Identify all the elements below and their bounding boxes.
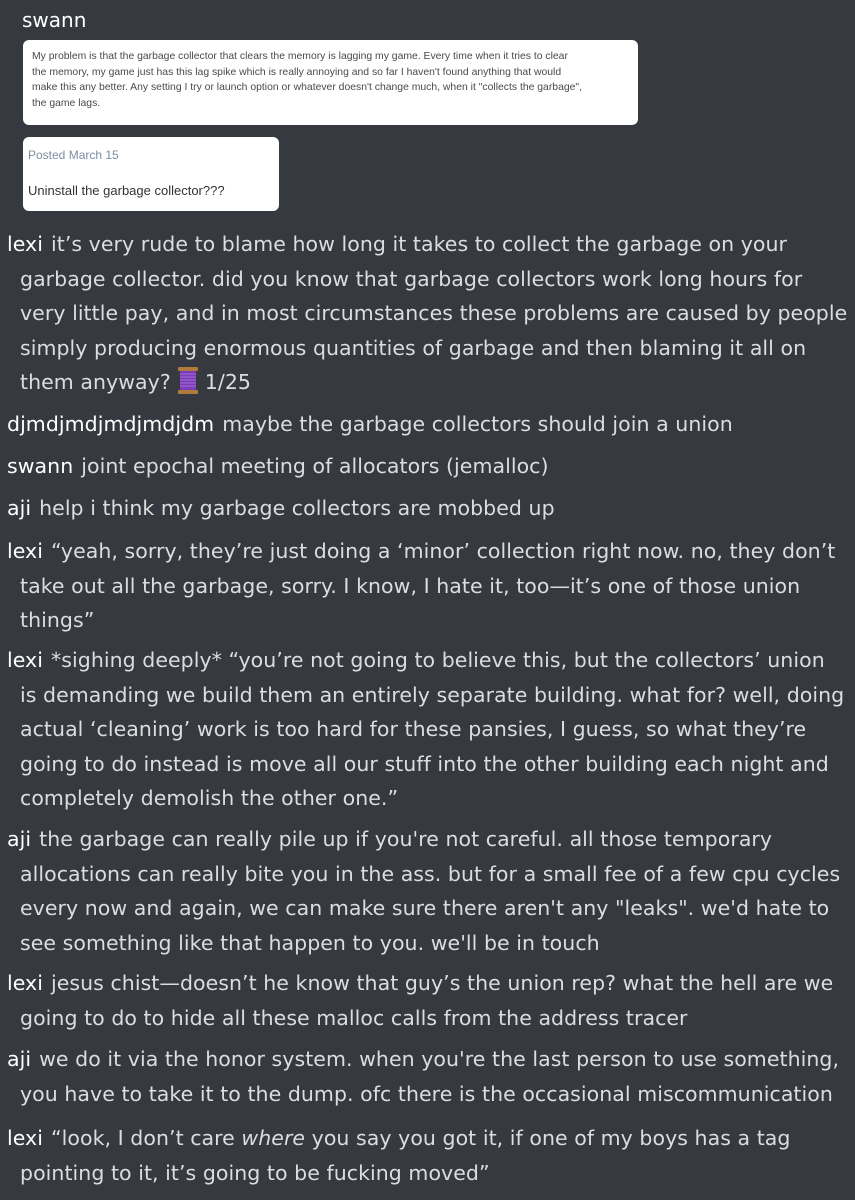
chat-message: lexi “yeah, sorry, they’re just doing a ‘…	[7, 534, 855, 638]
reaction-count: 1/25	[204, 370, 252, 394]
message-text: is demanding we build them an entirely s…	[20, 682, 845, 707]
posted-date: Posted March 15	[28, 148, 119, 162]
message-text: *sighing deeply* “you’re not going to be…	[50, 648, 825, 672]
message-text: very little pay, and in most circumstanc…	[20, 301, 848, 325]
reply-text: Uninstall the garbage collector???	[28, 183, 225, 198]
chat-message: aji we do it via the honor system. when y…	[7, 1042, 855, 1111]
screenshot-forum-reply: Posted March 15 Uninstall the garbage co…	[23, 137, 279, 211]
message-text: things”	[20, 608, 95, 632]
message-text: allocations can really bite you in the a…	[20, 861, 841, 886]
message-emphasis: where	[241, 1126, 306, 1150]
message-text: going to do to hide all these malloc cal…	[20, 1005, 688, 1030]
message-text: completely demolish the other one.”	[20, 786, 399, 810]
chat-message: lexi it’s very rude to blame how long it …	[7, 227, 855, 400]
message-text: garbage collector. did you know that gar…	[20, 266, 803, 291]
message-author[interactable]: lexi	[7, 648, 43, 672]
top-author-name[interactable]: swann	[22, 8, 86, 32]
message-author[interactable]: aji	[7, 1047, 31, 1071]
message-text: them anyway?	[20, 370, 171, 394]
message-text: joint epochal meeting of allocators (jem…	[81, 454, 549, 478]
message-text: you have to take it to the dump. ofc the…	[20, 1081, 833, 1106]
chat-message: lexi “look, I don’t care where you say yo…	[7, 1121, 855, 1190]
chat-message: swann joint epochal meeting of allocators…	[7, 449, 855, 484]
message-text: pointing to it, it’s going to be fucking…	[20, 1160, 490, 1185]
message-text: “look, I don’t care	[50, 1126, 242, 1150]
message-text: “yeah, sorry, they’re just doing a ‘mino…	[50, 539, 836, 563]
message-author[interactable]: lexi	[7, 1126, 43, 1150]
message-text: maybe the garbage collectors should join…	[222, 412, 733, 436]
message-text: simply producing enormous quantities of …	[20, 335, 807, 360]
chat-message: aji the garbage can really pile up if you…	[7, 822, 855, 960]
message-text: every now and again, we can make sure th…	[20, 896, 830, 920]
screenshot-forum-question: My problem is that the garbage collector…	[23, 40, 638, 125]
message-author[interactable]: lexi	[7, 232, 43, 256]
message-author[interactable]: djmdjmdjmdjmdjdm	[7, 412, 214, 436]
message-text: going to do instead is move all our stuf…	[20, 751, 829, 776]
message-author[interactable]: lexi	[7, 539, 43, 563]
question-line: the memory, my game just has this lag sp…	[32, 66, 562, 78]
message-author[interactable]: aji	[7, 827, 31, 851]
chat-message: aji help i think my garbage collectors ar…	[7, 491, 855, 526]
message-text: the garbage can really pile up if you're…	[39, 827, 773, 851]
message-text: jesus chist—doesn’t he know that guy’s t…	[50, 971, 834, 995]
spool-of-thread-icon	[177, 367, 199, 394]
chat-message: djmdjmdjmdjmdjdm maybe the garbage collec…	[7, 407, 855, 442]
message-author[interactable]: aji	[7, 496, 31, 520]
message-text: you say you got it, if one of my boys ha…	[305, 1126, 791, 1150]
question-line: My problem is that the garbage collector…	[32, 51, 568, 62]
message-text: we do it via the honor system. when you'…	[39, 1047, 840, 1071]
chat-message: lexi *sighing deeply* “you’re not going t…	[7, 643, 855, 816]
message-text: actual ‘cleaning’ work is too hard for t…	[20, 717, 807, 741]
message-text: it’s very rude to blame how long it take…	[50, 232, 788, 256]
question-line: make this any better. Any setting I try …	[32, 82, 582, 93]
message-text: take out all the garbage, sorry. I know,…	[20, 573, 801, 598]
message-text: see something like that happen to you. w…	[20, 930, 600, 955]
chat-message: lexi jesus chist—doesn’t he know that guy…	[7, 966, 855, 1035]
message-text: help i think my garbage collectors are m…	[39, 496, 555, 520]
message-author[interactable]: lexi	[7, 971, 43, 995]
question-line: the game lags.	[32, 97, 101, 109]
message-author[interactable]: swann	[7, 454, 73, 478]
